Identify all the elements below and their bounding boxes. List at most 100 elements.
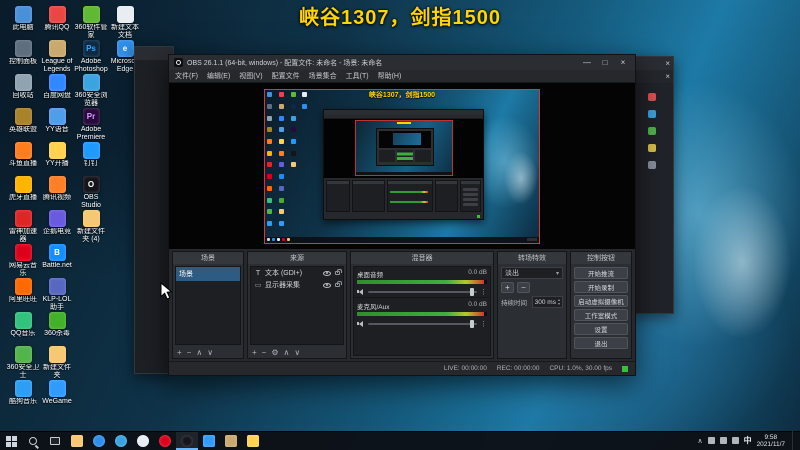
scenes-toolbar-button[interactable]: − bbox=[187, 348, 192, 357]
obs-preview-canvas[interactable]: 峡谷1307，剑指1500 bbox=[169, 83, 635, 249]
volume-slider[interactable] bbox=[368, 319, 477, 328]
speaker-icon[interactable] bbox=[357, 320, 365, 327]
desktop-icon[interactable]: QQ音乐 bbox=[6, 312, 40, 338]
desktop-icon[interactable]: 新建文件夹 bbox=[40, 346, 74, 380]
desktop-icon[interactable]: League of Legends bbox=[40, 40, 74, 74]
menu-item[interactable]: 帮助(H) bbox=[378, 71, 402, 81]
desktop-icon[interactable]: 360杀毒 bbox=[40, 312, 74, 338]
taskbar-league-of-legends[interactable] bbox=[220, 432, 242, 450]
taskbar-obs-studio[interactable] bbox=[176, 432, 198, 450]
taskbar-search[interactable] bbox=[22, 432, 44, 450]
settings-button[interactable]: 设置 bbox=[574, 323, 628, 335]
visibility-icon[interactable] bbox=[323, 270, 331, 276]
lock-icon[interactable] bbox=[335, 269, 342, 275]
sidebar-icon[interactable] bbox=[648, 93, 656, 101]
taskbar-file-explorer[interactable] bbox=[66, 432, 88, 450]
channel-menu-icon[interactable]: ⋮ bbox=[480, 288, 487, 296]
menu-item[interactable]: 文件(F) bbox=[175, 71, 198, 81]
desktop-icon[interactable]: 百度网盘 bbox=[40, 74, 74, 100]
desktop-icon[interactable]: 酷狗音乐 bbox=[6, 380, 40, 406]
desktop-icon[interactable]: 钉钉 bbox=[74, 142, 108, 168]
taskbar-start[interactable] bbox=[0, 432, 22, 450]
desktop-icon[interactable]: YY开播 bbox=[40, 142, 74, 168]
sources-toolbar-button[interactable]: + bbox=[252, 348, 257, 357]
tray-expand-icon[interactable]: ∧ bbox=[697, 437, 702, 445]
sidebar-icon[interactable] bbox=[648, 144, 656, 152]
taskbar-browser-360[interactable] bbox=[110, 432, 132, 450]
volume-icon[interactable] bbox=[719, 437, 727, 444]
remove-transition-button[interactable]: − bbox=[517, 282, 530, 293]
minimize-button[interactable]: — bbox=[580, 55, 594, 70]
duration-spinner[interactable]: 300 ms ▴ ▾ bbox=[531, 296, 563, 308]
desktop-icon[interactable]: 360安全浏览器 bbox=[74, 74, 108, 108]
desktop-icon[interactable]: 网易云音乐 bbox=[6, 244, 40, 278]
speaker-icon[interactable] bbox=[357, 288, 365, 295]
menu-item[interactable]: 配置文件 bbox=[272, 71, 300, 81]
desktop-icon[interactable]: B Battle.net bbox=[40, 244, 74, 270]
desktop-icon[interactable]: 新建文件夹 (4) bbox=[74, 210, 108, 244]
scene-item[interactable]: 场景 bbox=[176, 267, 240, 281]
sidebar-icon[interactable] bbox=[648, 110, 656, 118]
desktop-icon[interactable]: 英雄联盟 bbox=[6, 108, 40, 134]
source-item[interactable]: T 文本 (GDI+) bbox=[251, 267, 343, 279]
desktop-icon[interactable]: 腾讯视频 bbox=[40, 176, 74, 202]
exit-button[interactable]: 退出 bbox=[574, 337, 628, 349]
virtual-camera-button[interactable]: 启动虚拟摄像机 bbox=[574, 295, 628, 307]
taskbar-qq[interactable] bbox=[132, 432, 154, 450]
desktop-icon[interactable]: 斗鱼直播 bbox=[6, 142, 40, 168]
notification-center-strip[interactable] bbox=[792, 431, 796, 450]
menu-item[interactable]: 视图(V) bbox=[239, 71, 262, 81]
sidebar-icon[interactable] bbox=[648, 127, 656, 135]
desktop-icon[interactable]: 虎牙直播 bbox=[6, 176, 40, 202]
desktop-icon[interactable]: YY语音 bbox=[40, 108, 74, 134]
desktop-icon[interactable]: KLP-LOL助手 bbox=[40, 278, 74, 312]
menu-item[interactable]: 场景集合 bbox=[309, 71, 337, 81]
desktop-icon[interactable]: WeGame bbox=[40, 380, 74, 406]
sources-toolbar-button[interactable]: ∧ bbox=[284, 348, 290, 357]
taskbar-clock[interactable]: 9:58 2021/11/7 bbox=[757, 434, 785, 448]
taskbar-yy[interactable] bbox=[242, 432, 264, 450]
desktop-icon[interactable]: 雷神加速器 bbox=[6, 210, 40, 244]
desktop-icon[interactable]: 360安全卫士 bbox=[6, 346, 40, 380]
desktop-icon[interactable]: 阿里旺旺 bbox=[6, 278, 40, 304]
source-item[interactable]: ▭ 显示器采集 bbox=[251, 279, 343, 291]
scenes-toolbar-button[interactable]: ∧ bbox=[196, 348, 202, 357]
sources-toolbar-button[interactable]: − bbox=[262, 348, 267, 357]
spinner-arrows-icon[interactable]: ▴ ▾ bbox=[558, 298, 560, 306]
close-icon[interactable]: × bbox=[665, 59, 670, 68]
desktop-icon[interactable]: Ps Adobe Photoshop bbox=[74, 40, 108, 74]
menu-item[interactable]: 编辑(E) bbox=[207, 71, 230, 81]
add-transition-button[interactable]: + bbox=[501, 282, 514, 293]
desktop-icon[interactable]: 控制面板 bbox=[6, 40, 40, 66]
visibility-icon[interactable] bbox=[323, 282, 331, 288]
start-streaming-button[interactable]: 开始推流 bbox=[574, 267, 628, 279]
taskbar-edge[interactable] bbox=[88, 432, 110, 450]
desktop-icon[interactable]: Pr Adobe Premiere bbox=[74, 108, 108, 142]
scenes-toolbar-button[interactable]: ∨ bbox=[207, 348, 213, 357]
close-button[interactable]: × bbox=[616, 55, 630, 70]
sources-toolbar-button[interactable]: ∨ bbox=[294, 348, 300, 357]
taskbar-task-view[interactable] bbox=[44, 432, 66, 450]
network-icon[interactable] bbox=[707, 437, 715, 444]
sources-toolbar-button[interactable]: ⚙ bbox=[271, 348, 278, 357]
desktop-icon[interactable]: 回收站 bbox=[6, 74, 40, 100]
close-icon[interactable]: × bbox=[665, 72, 670, 81]
taskbar-wegame[interactable] bbox=[198, 432, 220, 450]
obs-titlebar[interactable]: OBS 26.1.1 (64-bit, windows) - 配置文件: 未命名… bbox=[169, 55, 635, 70]
lock-icon[interactable] bbox=[335, 281, 342, 287]
maximize-button[interactable]: □ bbox=[598, 55, 612, 70]
taskbar-netease-music[interactable] bbox=[154, 432, 176, 450]
volume-slider-knob[interactable] bbox=[470, 287, 475, 296]
volume-slider-knob[interactable] bbox=[470, 319, 475, 328]
studio-mode-button[interactable]: 工作室模式 bbox=[574, 309, 628, 321]
start-recording-button[interactable]: 开始录制 bbox=[574, 281, 628, 293]
transition-select[interactable]: 淡出 ▾ bbox=[501, 267, 563, 279]
antivirus-tray-icon[interactable] bbox=[731, 437, 739, 444]
channel-menu-icon[interactable]: ⋮ bbox=[480, 320, 487, 328]
menu-item[interactable]: 工具(T) bbox=[346, 71, 369, 81]
desktop-icon[interactable]: 企鹅电竞 bbox=[40, 210, 74, 236]
sidebar-icon[interactable] bbox=[648, 161, 656, 169]
scenes-toolbar-button[interactable]: + bbox=[177, 348, 182, 357]
volume-slider[interactable] bbox=[368, 287, 477, 296]
ime-indicator[interactable]: 中 bbox=[744, 435, 752, 446]
